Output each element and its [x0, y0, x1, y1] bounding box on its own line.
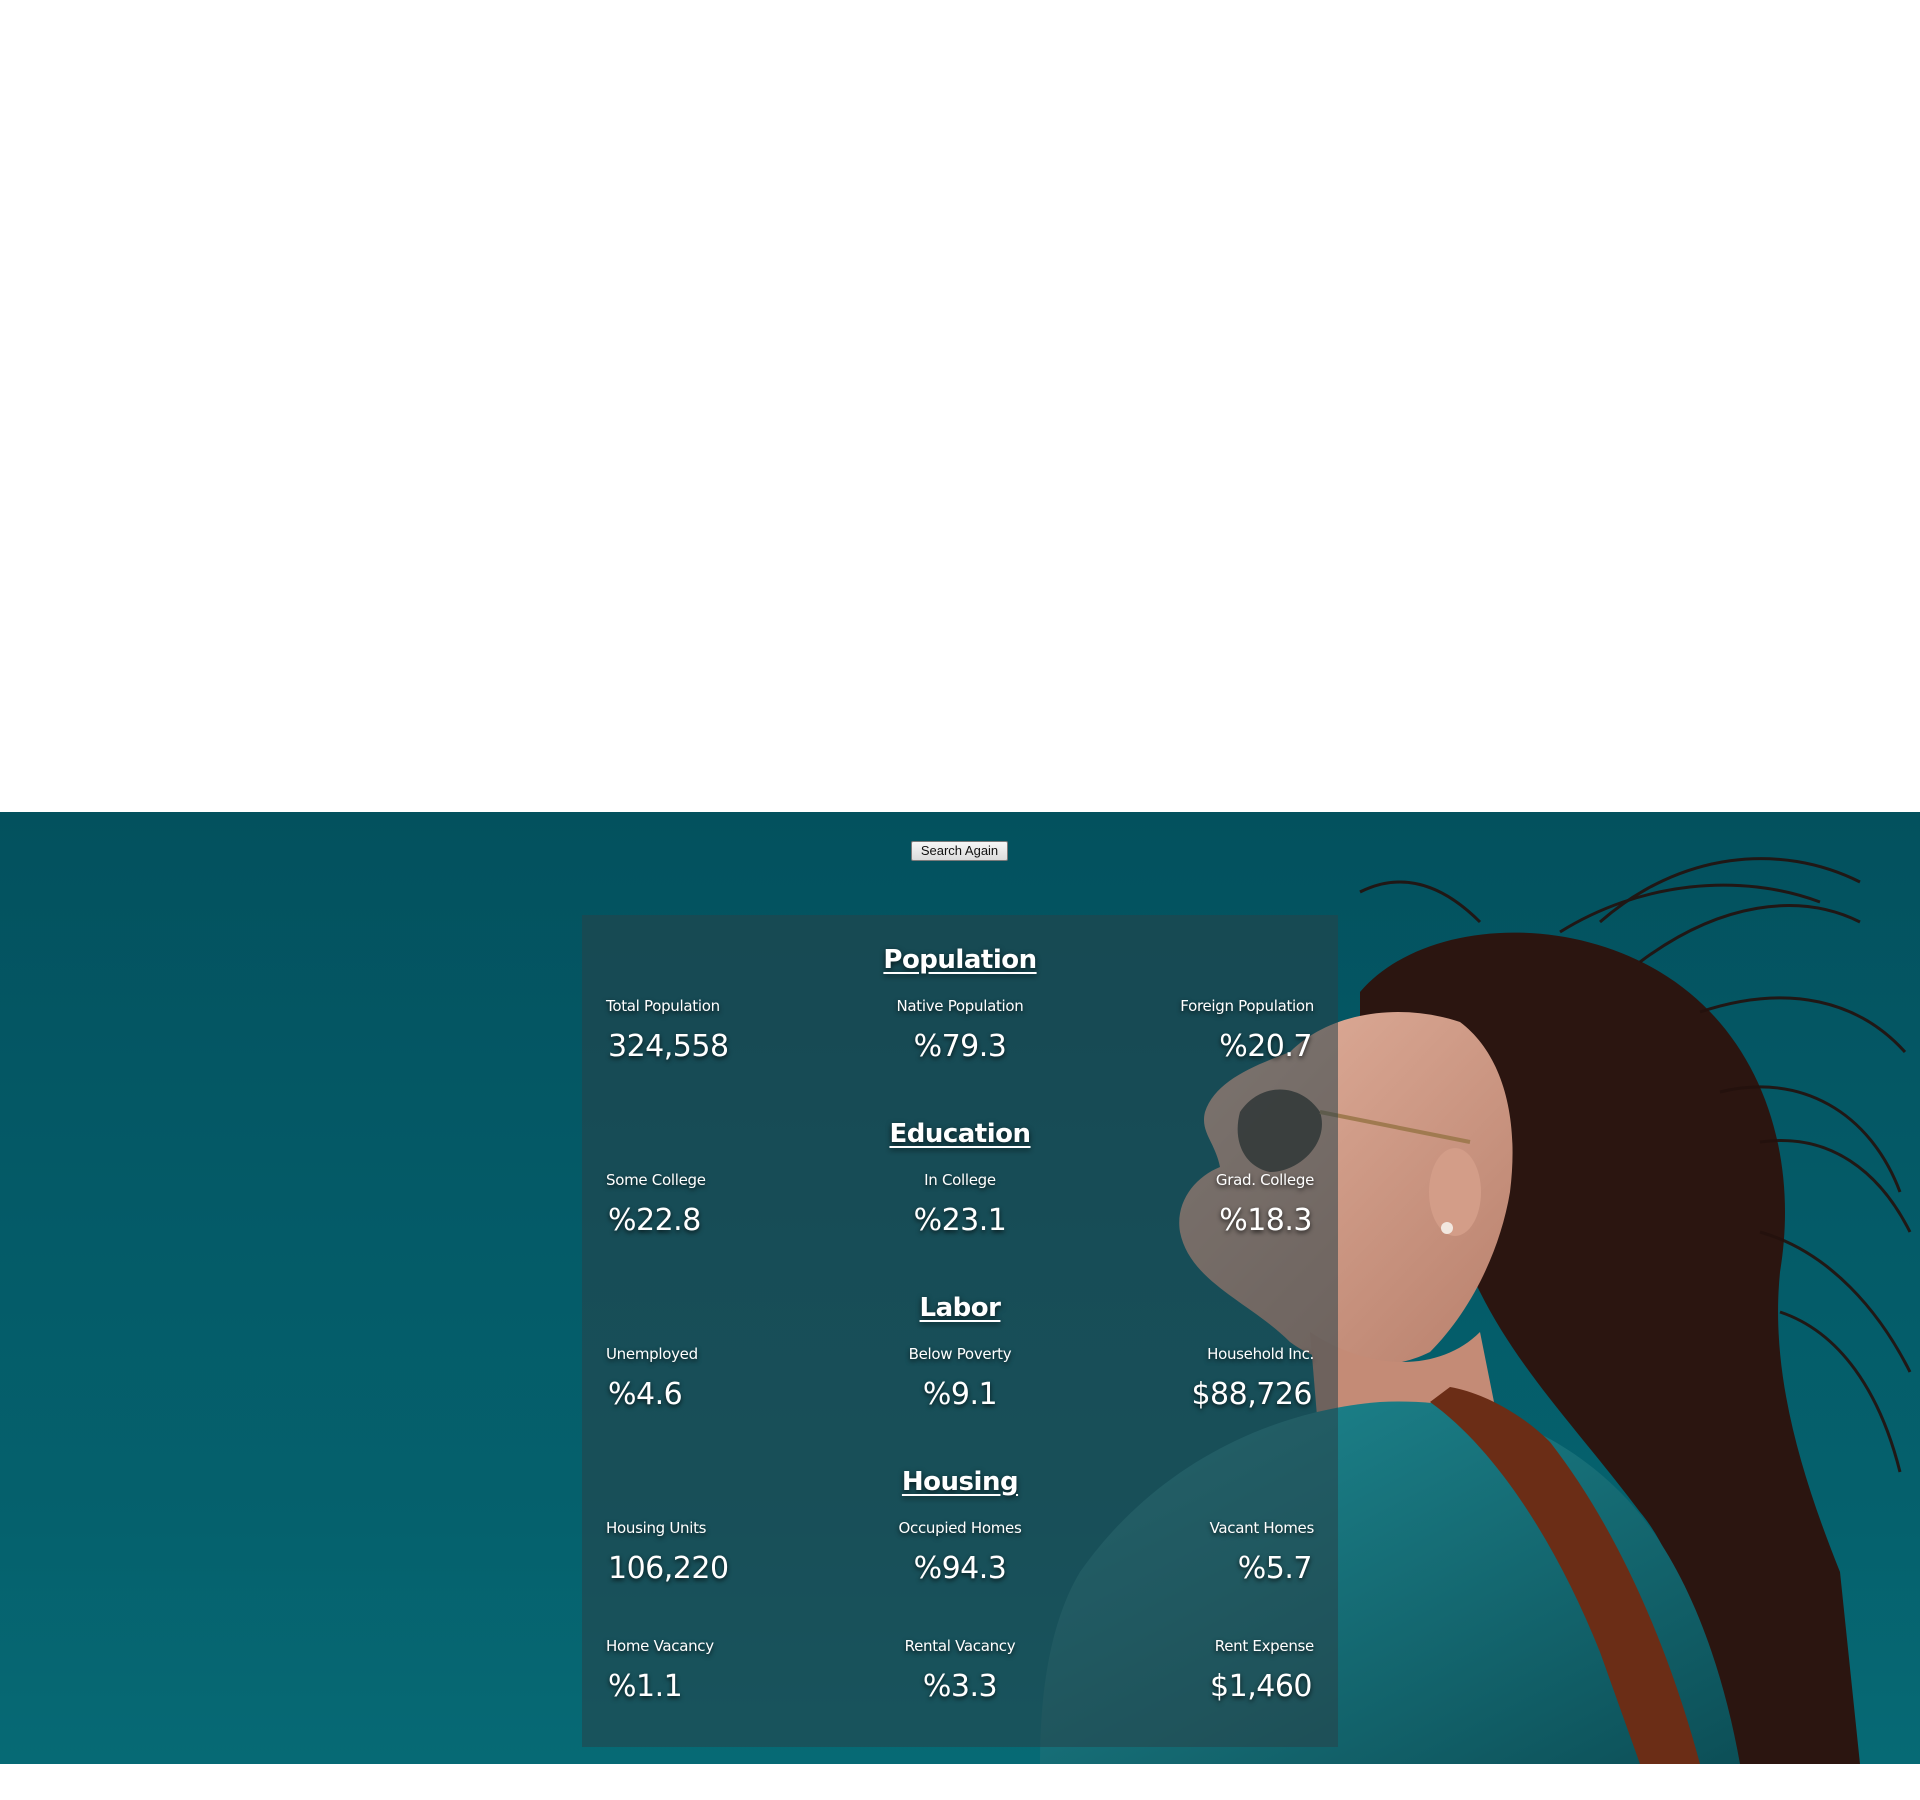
search-again-button[interactable]: Search Again [911, 841, 1008, 861]
stat-value: $1,460 [1210, 1669, 1312, 1704]
stat-label: Occupied Homes [898, 1519, 1022, 1537]
stat-value: $88,726 [1191, 1377, 1312, 1412]
section-title-housing: Housing [901, 1467, 1019, 1497]
stat-value: %3.3 [922, 1669, 998, 1704]
stat-some-college: Some College %22.8 [606, 1171, 706, 1238]
stat-vacant-homes: Vacant Homes %5.7 [1209, 1519, 1315, 1586]
stat-foreign-population: Foreign Population %20.7 [1180, 997, 1314, 1064]
stat-value: %22.8 [608, 1203, 701, 1238]
stat-label: Home Vacancy [606, 1637, 714, 1655]
stat-value: 106,220 [608, 1551, 729, 1586]
stat-value: %79.3 [913, 1029, 1007, 1064]
section-title-labor: Labor [919, 1293, 1001, 1323]
stat-label: In College [924, 1171, 996, 1189]
stat-home-vacancy: Home Vacancy %1.1 [606, 1637, 714, 1704]
stat-label: Foreign Population [1180, 997, 1314, 1015]
stat-housing-units: Housing Units 106,220 [606, 1519, 731, 1586]
stat-rent-expense: Rent Expense $1,460 [1208, 1637, 1314, 1704]
stat-value: %5.7 [1237, 1551, 1313, 1586]
stat-label: Vacant Homes [1209, 1519, 1315, 1537]
stat-grad-college: Grad. College %18.3 [1216, 1171, 1314, 1238]
stat-household-income: Household Inc. $88,726 [1189, 1345, 1314, 1412]
stat-native-population: Native Population %79.3 [820, 997, 1100, 1064]
stat-label: Household Inc. [1207, 1345, 1314, 1363]
stat-value: %23.1 [913, 1203, 1007, 1238]
stat-label: Below Poverty [908, 1345, 1012, 1363]
results-panel: Population Total Population 324,558 Nati… [582, 915, 1338, 1747]
stat-unemployed: Unemployed %4.6 [606, 1345, 698, 1412]
stat-rental-vacancy: Rental Vacancy %3.3 [820, 1637, 1100, 1704]
stat-label: Grad. College [1215, 1171, 1314, 1189]
stat-total-population: Total Population 324,558 [606, 997, 731, 1064]
stat-label: Rental Vacancy [904, 1637, 1016, 1655]
stat-value: 324,558 [608, 1029, 729, 1064]
stat-label: Some College [606, 1171, 706, 1189]
stat-below-poverty: Below Poverty %9.1 [820, 1345, 1100, 1412]
stat-label: Unemployed [606, 1345, 698, 1363]
stat-value: %4.6 [608, 1377, 683, 1412]
stat-value: %9.1 [922, 1377, 998, 1412]
results-hero: Search Again Population Total Population… [0, 812, 1920, 1764]
stat-value: %18.3 [1219, 1203, 1312, 1238]
stat-label: Housing Units [606, 1519, 707, 1537]
stat-value: %94.3 [913, 1551, 1007, 1586]
section-title-education: Education [889, 1119, 1031, 1149]
stat-label: Rent Expense [1214, 1637, 1315, 1655]
stat-label: Total Population [606, 997, 720, 1015]
stat-occupied-homes: Occupied Homes %94.3 [820, 1519, 1100, 1586]
stat-in-college: In College %23.1 [820, 1171, 1100, 1238]
stat-value: %20.7 [1219, 1029, 1312, 1064]
section-title-population: Population [883, 945, 1037, 975]
stat-label: Native Population [896, 997, 1024, 1015]
stat-value: %1.1 [608, 1669, 683, 1704]
